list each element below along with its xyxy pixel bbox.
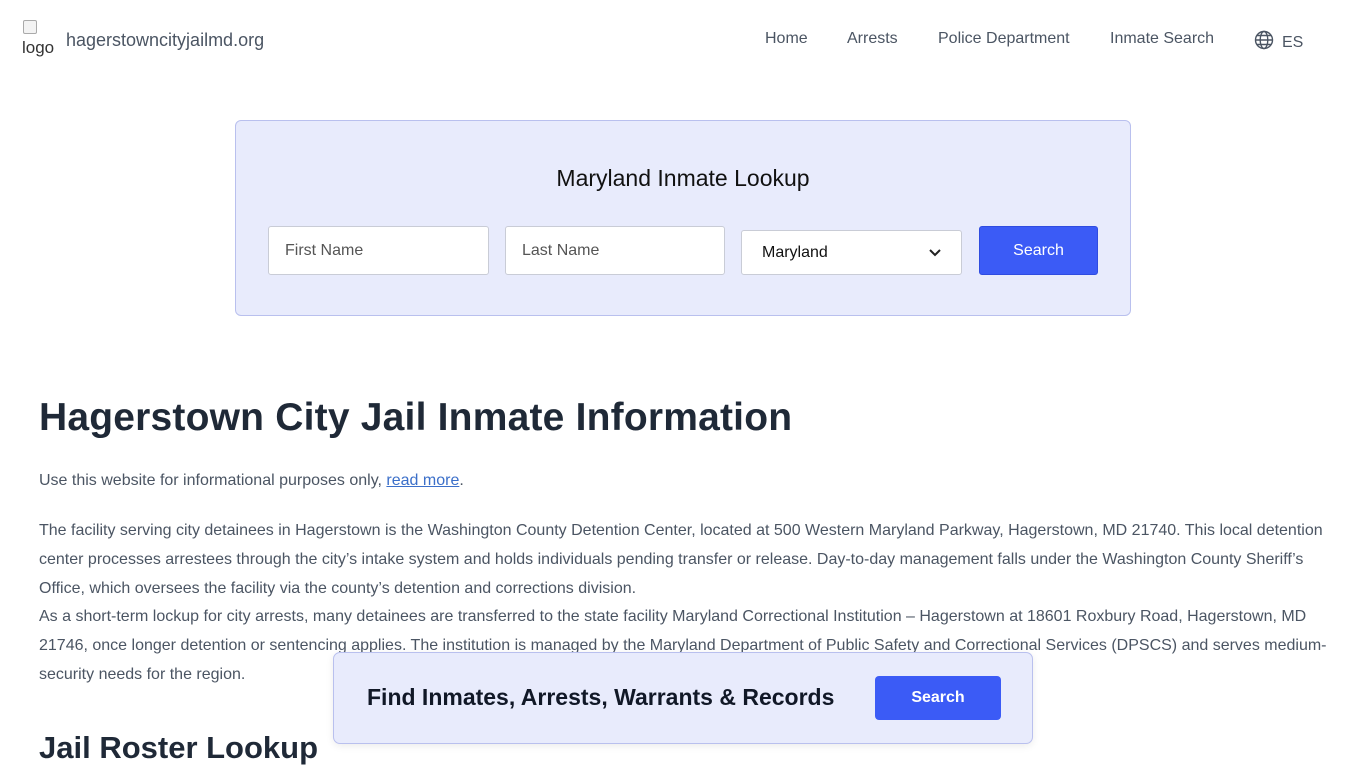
nav-police-department[interactable]: Police Department: [938, 30, 1070, 48]
last-name-input[interactable]: [505, 226, 725, 275]
search-button[interactable]: Search: [979, 226, 1098, 275]
read-more-link[interactable]: read more: [386, 472, 459, 489]
cta-text: Find Inmates, Arrests, Warrants & Record…: [367, 684, 835, 710]
main-nav: Home Arrests Police Department Inmate Se…: [0, 30, 1366, 54]
state-select[interactable]: Maryland: [741, 230, 962, 275]
disclaimer-text: Use this website for informational purpo…: [39, 472, 387, 489]
site-header: logo hagerstowncityjailmd.org Home Arres…: [0, 0, 1366, 84]
cta-search-button[interactable]: Search: [875, 676, 1001, 720]
lookup-title: Maryland Inmate Lookup: [556, 165, 810, 191]
facility-paragraph: The facility serving city detainees in H…: [39, 522, 1323, 597]
nav-home[interactable]: Home: [765, 30, 808, 48]
disclaimer: Use this website for informational purpo…: [39, 472, 464, 490]
language-label: ES: [1282, 33, 1304, 51]
first-name-input[interactable]: [268, 226, 489, 275]
records-cta-banner: Find Inmates, Arrests, Warrants & Record…: [333, 652, 1033, 744]
inmate-lookup-panel: Maryland Inmate Lookup Maryland Search: [235, 120, 1131, 316]
page-title: Hagerstown City Jail Inmate Information: [39, 396, 793, 439]
nav-arrests[interactable]: Arrests: [847, 30, 898, 48]
section-title-roster: Jail Roster Lookup: [39, 730, 319, 765]
globe-icon: [1254, 30, 1274, 55]
chevron-down-icon: [929, 246, 941, 260]
language-switcher[interactable]: ES: [1254, 30, 1303, 55]
disclaimer-end: .: [459, 472, 464, 489]
nav-inmate-search[interactable]: Inmate Search: [1110, 30, 1214, 48]
state-select-value: Maryland: [762, 243, 828, 261]
